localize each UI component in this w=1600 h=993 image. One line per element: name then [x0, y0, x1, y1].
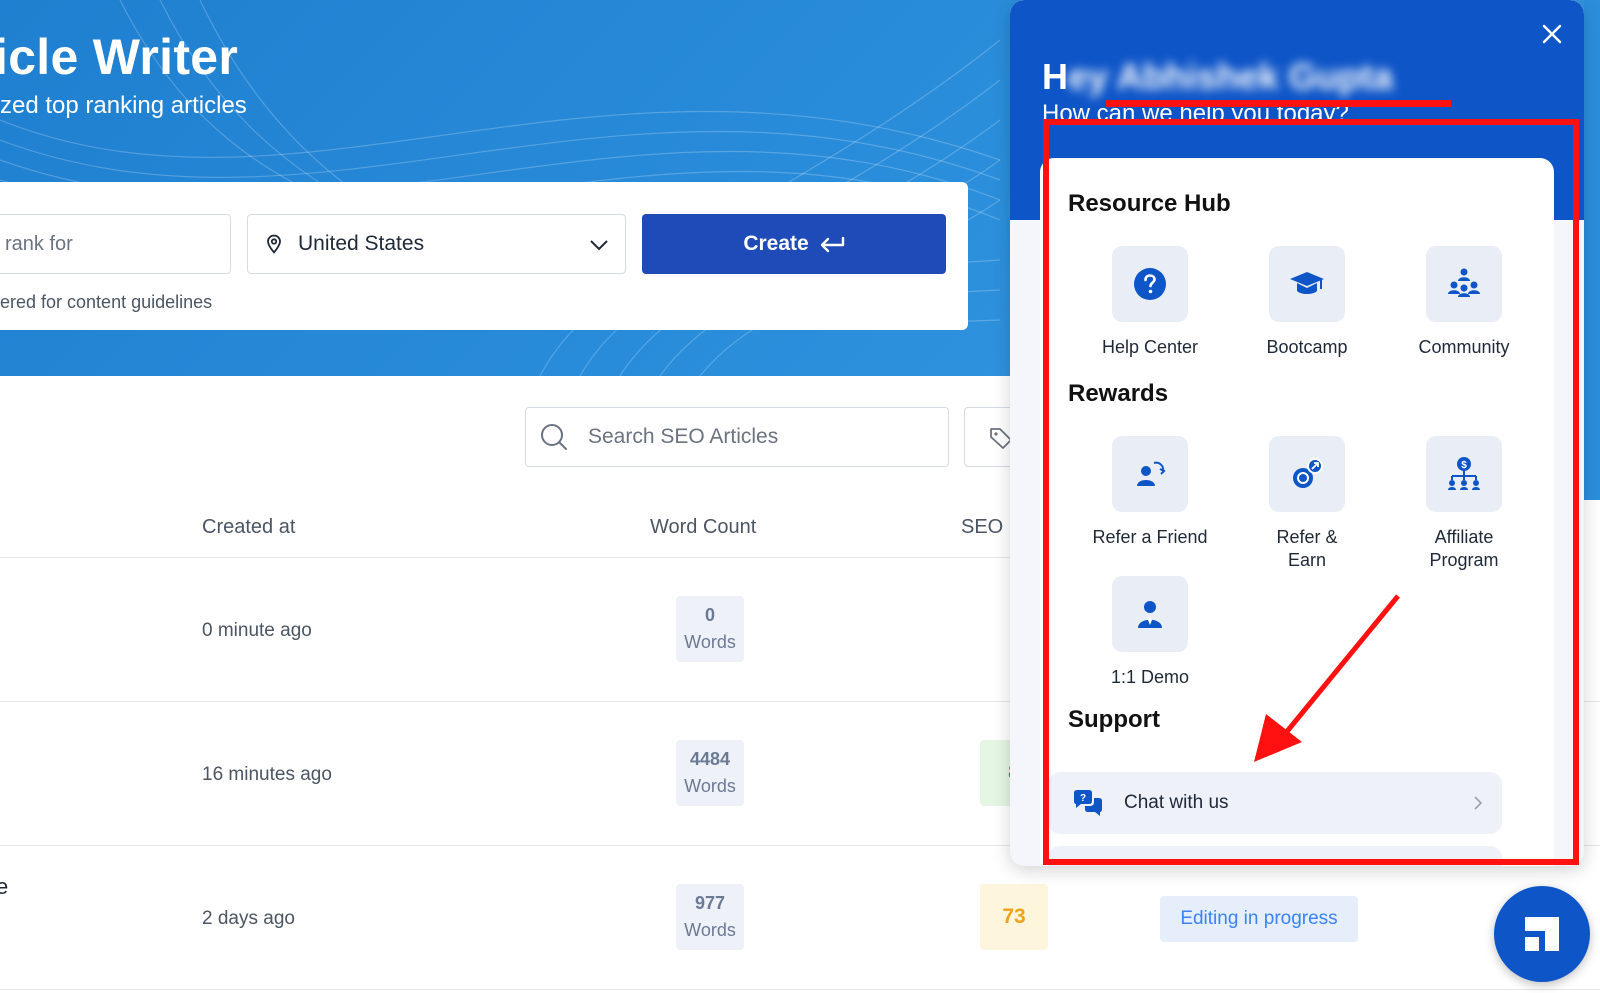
location-pin-icon [267, 234, 281, 254]
help-panel-body: Resource Hub Help Center Bootcamp Commun… [1040, 158, 1554, 866]
article-title[interactable]: l [0, 586, 1, 612]
created-at: 0 minute ago [202, 620, 312, 641]
people-network-icon [1448, 268, 1480, 297]
search-input[interactable] [588, 425, 908, 449]
keyword-input[interactable] [0, 214, 231, 274]
word-count-value: 977 [694, 893, 726, 913]
tile-label: Help Center [1101, 337, 1199, 357]
word-count-badge: 4484 Words [676, 740, 744, 806]
chevron-down-icon [590, 240, 608, 251]
affiliate-program-tile[interactable]: $ Affiliate Program [1389, 436, 1539, 572]
article-title[interactable]: e [0, 874, 8, 900]
community-tile[interactable]: Community [1389, 246, 1539, 359]
close-icon[interactable] [1538, 20, 1566, 48]
table-row[interactable]: e 2 days ago 977 Words 73 Editing in pro… [0, 846, 1600, 990]
enter-arrow-icon [820, 236, 844, 253]
svg-text:$: $ [1461, 460, 1467, 471]
chat-bubbles-icon: ? [1074, 790, 1102, 816]
tile-label: Affiliate Program [1429, 527, 1499, 570]
create-button-label: Create [743, 232, 809, 255]
graduation-cap-icon [1290, 272, 1324, 294]
word-count-value: 4484 [689, 749, 731, 769]
rewards-title: Rewards [1068, 380, 1169, 407]
demo-tile[interactable]: 1:1 Demo [1075, 576, 1225, 689]
word-count-badge: 0 Words [676, 596, 744, 662]
help-question: How can we help you today? [1042, 100, 1349, 120]
refer-a-friend-tile[interactable]: Refer a Friend [1075, 436, 1225, 549]
support-title: Support [1068, 706, 1160, 733]
search-articles-box[interactable] [525, 407, 949, 467]
tile-label: Refer a Friend [1092, 527, 1208, 547]
coins-arrow-icon [1293, 458, 1323, 488]
page-subtitle: zed top ranking articles [0, 92, 247, 119]
page-title: icle Writer [0, 29, 239, 85]
search-icon [541, 424, 567, 450]
refer-and-earn-tile[interactable]: Refer & Earn [1232, 436, 1382, 572]
chat-with-us-label: Chat with us [1124, 792, 1229, 813]
greeting-blurred: Hey Abhishek Gupta [1068, 56, 1393, 97]
help-panel: Hey Abhishek Gupta H How can we help you… [1010, 0, 1584, 866]
word-count-value: 0 [704, 605, 715, 625]
word-count-badge: 977 Words [676, 884, 744, 950]
article-form-card: United States Create ered for content gu… [0, 182, 968, 330]
created-at: 2 days ago [202, 908, 295, 929]
user-tie-icon [1138, 601, 1162, 628]
tile-label: Refer & Earn [1276, 527, 1338, 570]
resource-hub-title: Resource Hub [1068, 190, 1231, 217]
greeting: H [1042, 56, 1068, 97]
column-header-word-count[interactable]: Word Count [650, 516, 756, 539]
status-badge[interactable]: Editing in progress [1160, 896, 1358, 942]
help-center-tile[interactable]: Help Center [1075, 246, 1225, 359]
word-count-unit: Words [684, 920, 736, 940]
created-at: 16 minutes ago [202, 764, 332, 785]
country-select-value: United States [298, 232, 425, 255]
tile-label: 1:1 Demo [1110, 667, 1190, 687]
bootcamp-tile[interactable]: Bootcamp [1232, 246, 1382, 359]
create-button[interactable]: Create [642, 214, 946, 274]
help-launcher-button[interactable] [1494, 886, 1590, 982]
country-select[interactable]: United States [247, 214, 626, 274]
seo-score-badge: 73 [980, 884, 1048, 950]
dollar-network-icon: $ [1448, 457, 1480, 490]
question-circle-icon [1134, 268, 1166, 300]
guideline-note: ered for content guidelines [0, 292, 213, 312]
user-refresh-icon [1137, 461, 1166, 486]
brand-logo-icon [1525, 917, 1559, 951]
page-edge-strip [1584, 0, 1600, 500]
svg-text:?: ? [1080, 793, 1086, 804]
word-count-unit: Words [684, 632, 736, 652]
tile-label: Bootcamp [1266, 337, 1348, 357]
column-header-created[interactable]: Created at [202, 516, 295, 539]
word-count-unit: Words [684, 776, 736, 796]
support-option-row[interactable] [1048, 846, 1502, 866]
chat-with-us-button[interactable]: ? Chat with us [1048, 772, 1502, 834]
tile-label: Community [1418, 337, 1510, 357]
column-header-seo[interactable]: SEO [961, 516, 1003, 539]
chevron-right-icon [1474, 796, 1483, 810]
